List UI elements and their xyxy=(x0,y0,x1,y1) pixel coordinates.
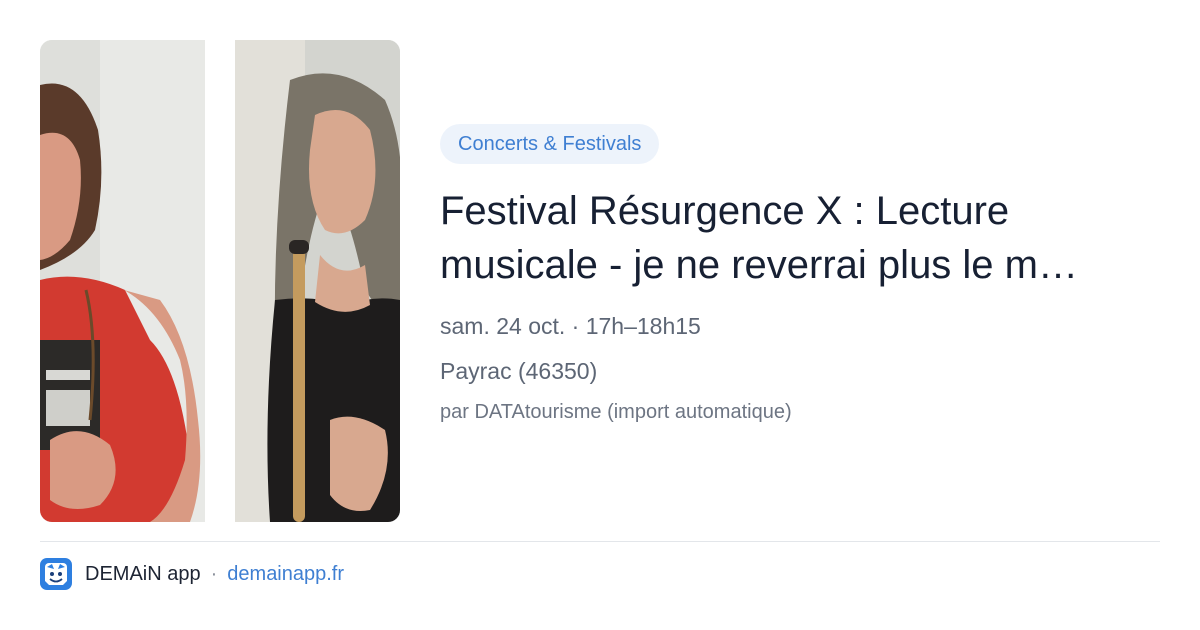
event-photo-left xyxy=(40,40,205,522)
category-badge[interactable]: Concerts & Festivals xyxy=(440,124,660,164)
event-image[interactable] xyxy=(40,40,400,522)
app-name: DEMAiN app xyxy=(85,562,201,585)
event-title-line-1: Festival Résurgence X : Lecture xyxy=(440,189,1010,233)
event-datetime: sam. 24 oct. · 17h–18h15 xyxy=(440,313,701,339)
event-title-line-2: musicale - je ne reverrai plus le m… xyxy=(440,243,1078,287)
footer-divider xyxy=(40,541,1160,542)
event-photo-right xyxy=(235,40,400,522)
footer: DEMAiN app · demainapp.fr xyxy=(40,558,344,590)
app-website-link[interactable]: demainapp.fr xyxy=(227,563,344,586)
event-location: Payrac (46350) xyxy=(440,358,598,384)
demain-app-logo-icon[interactable] xyxy=(40,558,72,590)
event-title[interactable]: Festival Résurgence X : Lecture musicale… xyxy=(440,184,1155,292)
event-source: par DATAtourisme (import automatique) xyxy=(440,401,792,423)
event-details: Concerts & Festivals Festival Résurgence… xyxy=(440,124,1160,425)
footer-separator: · xyxy=(210,562,218,585)
